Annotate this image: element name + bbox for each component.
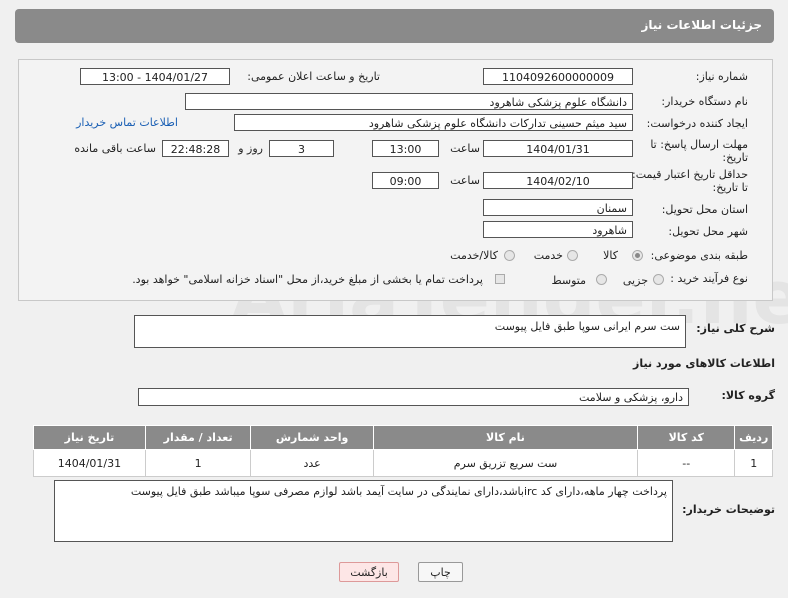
cell-unit: عدد bbox=[250, 449, 374, 477]
buyer-org-label: نام دستگاه خریدار: bbox=[661, 95, 748, 108]
creator-field: سید میثم حسینی تدارکات دانشگاه علوم پزشک… bbox=[234, 114, 633, 131]
announce-datetime-field: 1404/01/27 - 13:00 bbox=[80, 68, 230, 85]
cell-name: ست سریع تزریق سرم bbox=[372, 449, 639, 477]
category-label: طبقه بندی موضوعی: bbox=[650, 249, 748, 262]
category-service-radio[interactable] bbox=[567, 250, 578, 261]
category-goods-service-radio[interactable] bbox=[504, 250, 515, 261]
province-label: استان محل تحویل: bbox=[661, 203, 748, 216]
goods-group-label: گروه کالا: bbox=[721, 389, 775, 402]
col-name-header: نام کالا bbox=[372, 425, 639, 450]
buyer-notes-label: توضیحات خریدار: bbox=[682, 503, 775, 516]
page-title: جزئیات اطلاعات نیاز bbox=[641, 18, 762, 32]
summary-textarea[interactable]: ست سرم ایرانی سوپا طبق فایل پیوست bbox=[134, 315, 686, 348]
category-goods-service-label: کالا/خدمت bbox=[450, 249, 498, 262]
deadline-label: مهلت ارسال پاسخ: تا bbox=[650, 138, 748, 151]
summary-text: ست سرم ایرانی سوپا طبق فایل پیوست bbox=[494, 320, 680, 333]
col-date-header: تاریخ نیاز bbox=[33, 425, 146, 450]
purchase-process-label: نوع فرآیند خرید : bbox=[670, 272, 748, 285]
price-validity-label: حداقل تاریخ اعتبار قیمت: bbox=[632, 168, 748, 181]
back-button[interactable]: بازگشت bbox=[339, 562, 399, 582]
buyer-notes-textarea[interactable]: پرداخت چهار ماهه،دارای کد ircباشد،دارای … bbox=[54, 480, 673, 542]
city-field: شاهرود bbox=[483, 221, 633, 238]
col-qty-header: تعداد / مقدار bbox=[144, 425, 252, 450]
process-medium-radio[interactable] bbox=[596, 274, 607, 285]
remaining-time-field: 22:48:28 bbox=[162, 140, 229, 157]
table-row: 1 -- ست سریع تزریق سرم عدد 1 1404/01/31 bbox=[33, 449, 773, 477]
col-code-header: کد کالا bbox=[637, 425, 736, 450]
goods-table: ردیف کد کالا نام کالا واحد شمارش تعداد /… bbox=[33, 425, 773, 477]
cell-qty: 1 bbox=[144, 449, 252, 477]
deadline-date-label: تاریخ: bbox=[722, 151, 748, 164]
need-number-label: شماره نیاز: bbox=[695, 70, 748, 83]
announce-datetime-label: تاریخ و ساعت اعلان عمومی: bbox=[247, 70, 380, 83]
buyer-notes-text: پرداخت چهار ماهه،دارای کد ircباشد،دارای … bbox=[130, 485, 667, 498]
category-goods-radio[interactable] bbox=[632, 250, 643, 261]
days-label: روز و bbox=[238, 142, 263, 155]
goods-table-header: ردیف کد کالا نام کالا واحد شمارش تعداد /… bbox=[33, 425, 773, 450]
process-medium-label: متوسط bbox=[551, 274, 586, 287]
col-row-header: ردیف bbox=[734, 425, 773, 450]
deadline-date-field: 1404/01/31 bbox=[483, 140, 633, 157]
price-validity-time-field: 09:00 bbox=[372, 172, 439, 189]
goods-group-field: دارو، پزشکی و سلامت bbox=[138, 388, 689, 406]
price-validity-date-label: تا تاریخ: bbox=[712, 181, 748, 194]
category-goods-label: کالا bbox=[603, 249, 618, 262]
remaining-time-label: ساعت باقی مانده bbox=[74, 142, 156, 155]
cell-row: 1 bbox=[734, 449, 773, 477]
goods-section-title: اطلاعات کالاهای مورد نیاز bbox=[633, 357, 775, 370]
need-number-field: 1104092600000009 bbox=[483, 68, 633, 85]
process-minor-label: جزیی bbox=[622, 274, 648, 287]
deadline-time-field: 13:00 bbox=[372, 140, 439, 157]
price-validity-date-field: 1404/02/10 bbox=[483, 172, 633, 189]
deadline-time-label: ساعت bbox=[450, 142, 480, 155]
cell-code: -- bbox=[637, 449, 736, 477]
buyer-contact-link[interactable]: اطلاعات تماس خریدار bbox=[76, 116, 178, 129]
price-validity-time-label: ساعت bbox=[450, 174, 480, 187]
cell-date: 1404/01/31 bbox=[33, 449, 146, 477]
process-minor-radio[interactable] bbox=[653, 274, 664, 285]
summary-label: شرح کلی نیاز: bbox=[696, 322, 775, 335]
page-header: جزئیات اطلاعات نیاز bbox=[15, 9, 774, 43]
remaining-days-field: 3 bbox=[269, 140, 334, 157]
treasury-payment-checkbox[interactable] bbox=[495, 274, 505, 284]
col-unit-header: واحد شمارش bbox=[250, 425, 374, 450]
city-label: شهر محل تحویل: bbox=[668, 225, 748, 238]
province-field: سمنان bbox=[483, 199, 633, 216]
buyer-org-field: دانشگاه علوم پزشکی شاهرود bbox=[185, 93, 633, 110]
creator-label: ایجاد کننده درخواست: bbox=[646, 117, 748, 130]
category-service-label: خدمت bbox=[533, 249, 563, 262]
print-button[interactable]: چاپ bbox=[418, 562, 463, 582]
treasury-payment-text: پرداخت تمام یا بخشی از مبلغ خرید،از محل … bbox=[132, 273, 483, 286]
